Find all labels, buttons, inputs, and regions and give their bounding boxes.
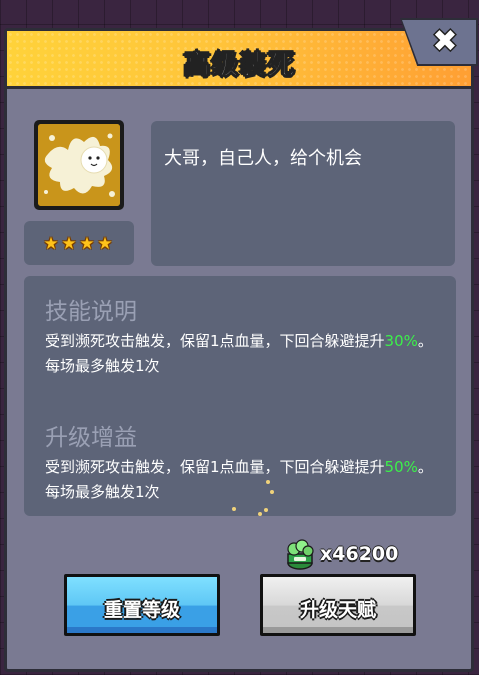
reset-level-label: 重置等级 [103, 599, 180, 621]
description-value: 30% [384, 332, 418, 350]
quote-box [151, 121, 455, 266]
sparkle [270, 490, 274, 494]
sparkle [232, 507, 236, 511]
star-icon: ★ [97, 234, 113, 254]
upgrade-talent-button-face[interactable]: 升级天赋 [263, 577, 413, 633]
upgrade-talent-label: 升级天赋 [299, 599, 376, 621]
close-icon[interactable]: ✖ [428, 26, 462, 58]
star-icon: ★ [79, 234, 95, 254]
star-icon: ★ [43, 234, 59, 254]
upgrade-title: 升级增益 [45, 425, 137, 451]
upgrade-cost: x46200 [320, 543, 399, 565]
description-text: 受到濒死攻击触发，保留1点血量，下回合躲避提升30%。每场最多触发1次 [45, 329, 435, 379]
description-title: 技能说明 [45, 299, 137, 325]
skill-quote: 大哥，自己人，给个机会 [164, 148, 362, 169]
upgrade-text: 受到濒死攻击触发，保留1点血量，下回合躲避提升50%。每场最多触发1次 [45, 455, 435, 505]
skill-icon [38, 124, 120, 206]
splat-character-icon [38, 124, 120, 206]
upgrade-text-before: 受到濒死攻击触发，保留1点血量，下回合躲避提升 [45, 458, 385, 476]
green-currency-jar-icon [284, 538, 316, 570]
sparkle [258, 512, 262, 516]
star-icon: ★ [61, 234, 77, 254]
sparkle [264, 508, 268, 512]
description-text-before: 受到濒死攻击触发，保留1点血量，下回合躲避提升 [45, 332, 385, 350]
upgrade-talent-button[interactable]: 升级天赋 [260, 574, 416, 636]
dialog-title: 高级装死 [183, 50, 296, 82]
reset-level-button[interactable]: 重置等级 [64, 574, 220, 636]
reset-level-button-face[interactable]: 重置等级 [67, 577, 217, 633]
upgrade-value: 50% [384, 458, 418, 476]
sparkle [266, 480, 270, 484]
